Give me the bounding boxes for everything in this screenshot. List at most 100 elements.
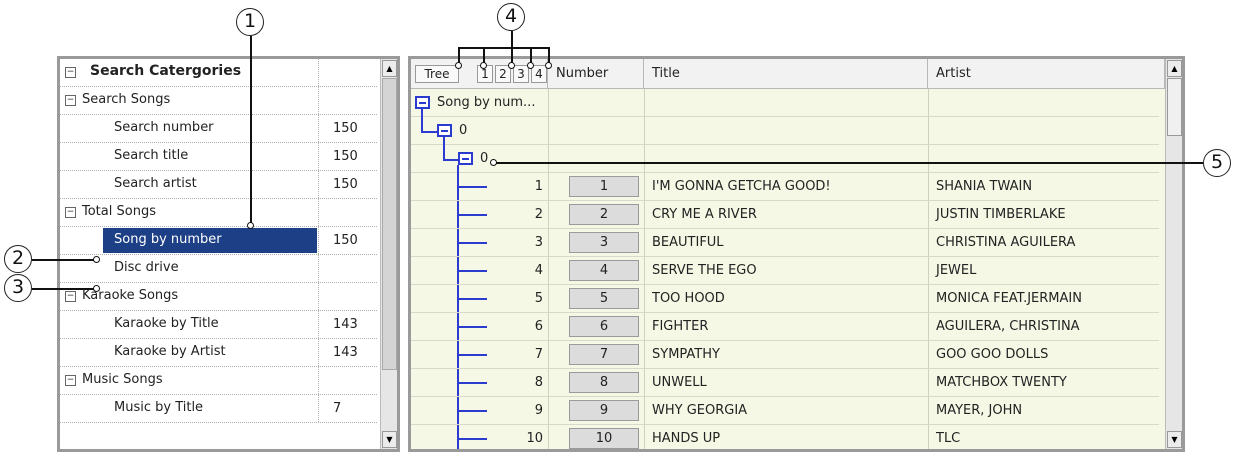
category-group[interactable]: − Music Songs	[60, 367, 377, 395]
category-group[interactable]: − Search Songs	[60, 87, 377, 115]
category-list: − Search Catergories − Search Songs Search…	[60, 59, 397, 449]
song-number-button[interactable]: 9	[569, 400, 639, 421]
category-item-label: Song by number	[114, 232, 222, 247]
tree-level1-label: 0	[459, 123, 468, 138]
category-scrollbar[interactable]: ▲ ▼	[380, 59, 397, 449]
scrollbar-thumb[interactable]	[382, 78, 397, 370]
song-number-button[interactable]: 8	[569, 372, 639, 393]
song-row[interactable]: 7 7 SYMPATHY GOO GOO DOLLS	[411, 341, 1159, 369]
tree-leaf-line	[458, 382, 487, 384]
number-column-header[interactable]: Number	[548, 59, 644, 89]
tree-level-3-button[interactable]: 3	[513, 65, 529, 83]
category-item[interactable]: Disc drive	[60, 255, 377, 283]
song-number-button[interactable]: 5	[569, 288, 639, 309]
song-artist: MATCHBOX TWENTY	[936, 375, 1067, 390]
tree-leaf-line	[458, 242, 487, 244]
scrollbar-thumb[interactable]	[1167, 78, 1182, 136]
tree-leaf-line	[458, 326, 487, 328]
collapse-icon[interactable]	[458, 152, 473, 165]
song-row[interactable]: 10 10 HANDS UP TLC	[411, 425, 1159, 449]
scroll-down-icon[interactable]: ▼	[382, 431, 397, 448]
song-row[interactable]: 9 9 WHY GEORGIA MAYER, JOHN	[411, 397, 1159, 425]
category-group-label: Music Songs	[82, 372, 163, 387]
category-header[interactable]: − Search Catergories	[60, 59, 377, 87]
category-count: 150	[318, 115, 377, 142]
category-item[interactable]: Karaoke by Artist 143	[60, 339, 377, 367]
collapse-icon[interactable]: −	[65, 67, 76, 78]
song-title: I'M GONNA GETCHA GOOD!	[652, 179, 831, 194]
song-row[interactable]: 8 8 UNWELL MATCHBOX TWENTY	[411, 369, 1159, 397]
tree-level-4-button[interactable]: 4	[531, 65, 547, 83]
tree-leaf-line	[458, 410, 487, 412]
category-group[interactable]: − Total Songs	[60, 199, 377, 227]
song-number-button[interactable]: 2	[569, 204, 639, 225]
scroll-up-icon[interactable]: ▲	[382, 60, 397, 77]
song-row[interactable]: 5 5 TOO HOOD MONICA FEAT.JERMAIN	[411, 285, 1159, 313]
song-number-button[interactable]: 3	[569, 232, 639, 253]
song-number-button[interactable]: 4	[569, 260, 639, 281]
song-number-button[interactable]: 6	[569, 316, 639, 337]
tree-level2-row[interactable]: 0	[411, 145, 1159, 173]
tree-leaf-line	[458, 298, 487, 300]
song-title: UNWELL	[652, 375, 707, 390]
callout-2: 2	[4, 245, 32, 273]
tree-index: 5	[534, 291, 543, 306]
callout-3: 3	[4, 274, 32, 302]
song-artist: JUSTIN TIMBERLAKE	[936, 207, 1066, 222]
category-count: 7	[318, 395, 377, 422]
song-row[interactable]: 4 4 SERVE THE EGO JEWEL	[411, 257, 1159, 285]
tree-index: 6	[534, 319, 543, 334]
tree-leaf-line	[458, 186, 487, 188]
scroll-up-icon[interactable]: ▲	[1167, 60, 1182, 77]
callout-4-marker	[455, 62, 462, 69]
song-artist: AGUILERA, CHRISTINA	[936, 319, 1080, 334]
callout-4-marker	[508, 62, 515, 69]
song-title: WHY GEORGIA	[652, 403, 748, 418]
category-item[interactable]: Karaoke by Title 143	[60, 311, 377, 339]
category-item[interactable]: Search title 150	[60, 143, 377, 171]
artist-column-header[interactable]: Artist	[928, 59, 1165, 89]
collapse-icon[interactable]: −	[65, 291, 76, 302]
tree-root-row[interactable]: Song by num...	[411, 89, 1159, 117]
song-row[interactable]: 3 3 BEAUTIFUL CHRISTINA AGUILERA	[411, 229, 1159, 257]
song-scrollbar[interactable]: ▲ ▼	[1165, 59, 1182, 449]
category-item-label: Karaoke by Title	[114, 316, 219, 331]
title-column-header[interactable]: Title	[644, 59, 928, 89]
category-item[interactable]: Search artist 150	[60, 171, 377, 199]
scroll-down-icon[interactable]: ▼	[1167, 431, 1182, 448]
song-title: SYMPATHY	[652, 347, 720, 362]
tree-index: 3	[534, 235, 543, 250]
song-row[interactable]: 1 1 I'M GONNA GETCHA GOOD! SHANIA TWAIN	[411, 173, 1159, 201]
song-panel: Tree 1 2 3 4 Number Title Artist Song by…	[408, 56, 1185, 452]
tree-leaf-line	[458, 438, 487, 440]
tree-button[interactable]: Tree	[415, 65, 459, 83]
category-item[interactable]: Music by Title 7	[60, 395, 377, 423]
category-count	[318, 87, 377, 114]
collapse-icon[interactable]: −	[65, 207, 76, 218]
callout-5-marker	[490, 159, 497, 166]
category-group-label: Search Songs	[82, 92, 171, 107]
song-title: FIGHTER	[652, 319, 709, 334]
category-item-label: Music by Title	[114, 400, 204, 415]
collapse-icon[interactable]	[415, 96, 430, 109]
category-count: 143	[318, 311, 377, 338]
song-number-button[interactable]: 7	[569, 344, 639, 365]
category-item[interactable]: Search number 150	[60, 115, 377, 143]
collapse-icon[interactable]	[437, 124, 452, 137]
category-count	[318, 283, 377, 310]
category-item-label: Search number	[114, 120, 214, 135]
tree-level1-row[interactable]: 0	[411, 117, 1159, 145]
song-number-button[interactable]: 1	[569, 176, 639, 197]
song-artist: MONICA FEAT.JERMAIN	[936, 291, 1082, 306]
category-count	[318, 367, 377, 394]
song-number-button[interactable]: 10	[569, 428, 639, 449]
song-row[interactable]: 6 6 FIGHTER AGUILERA, CHRISTINA	[411, 313, 1159, 341]
song-row[interactable]: 2 2 CRY ME A RIVER JUSTIN TIMBERLAKE	[411, 201, 1159, 229]
category-count: 143	[318, 339, 377, 366]
tree-root-label: Song by num...	[437, 95, 536, 110]
collapse-icon[interactable]: −	[65, 95, 76, 106]
song-title: BEAUTIFUL	[652, 235, 724, 250]
category-item[interactable]: Song by number 150	[60, 227, 377, 255]
category-group[interactable]: − Karaoke Songs	[60, 283, 377, 311]
collapse-icon[interactable]: −	[65, 375, 76, 386]
